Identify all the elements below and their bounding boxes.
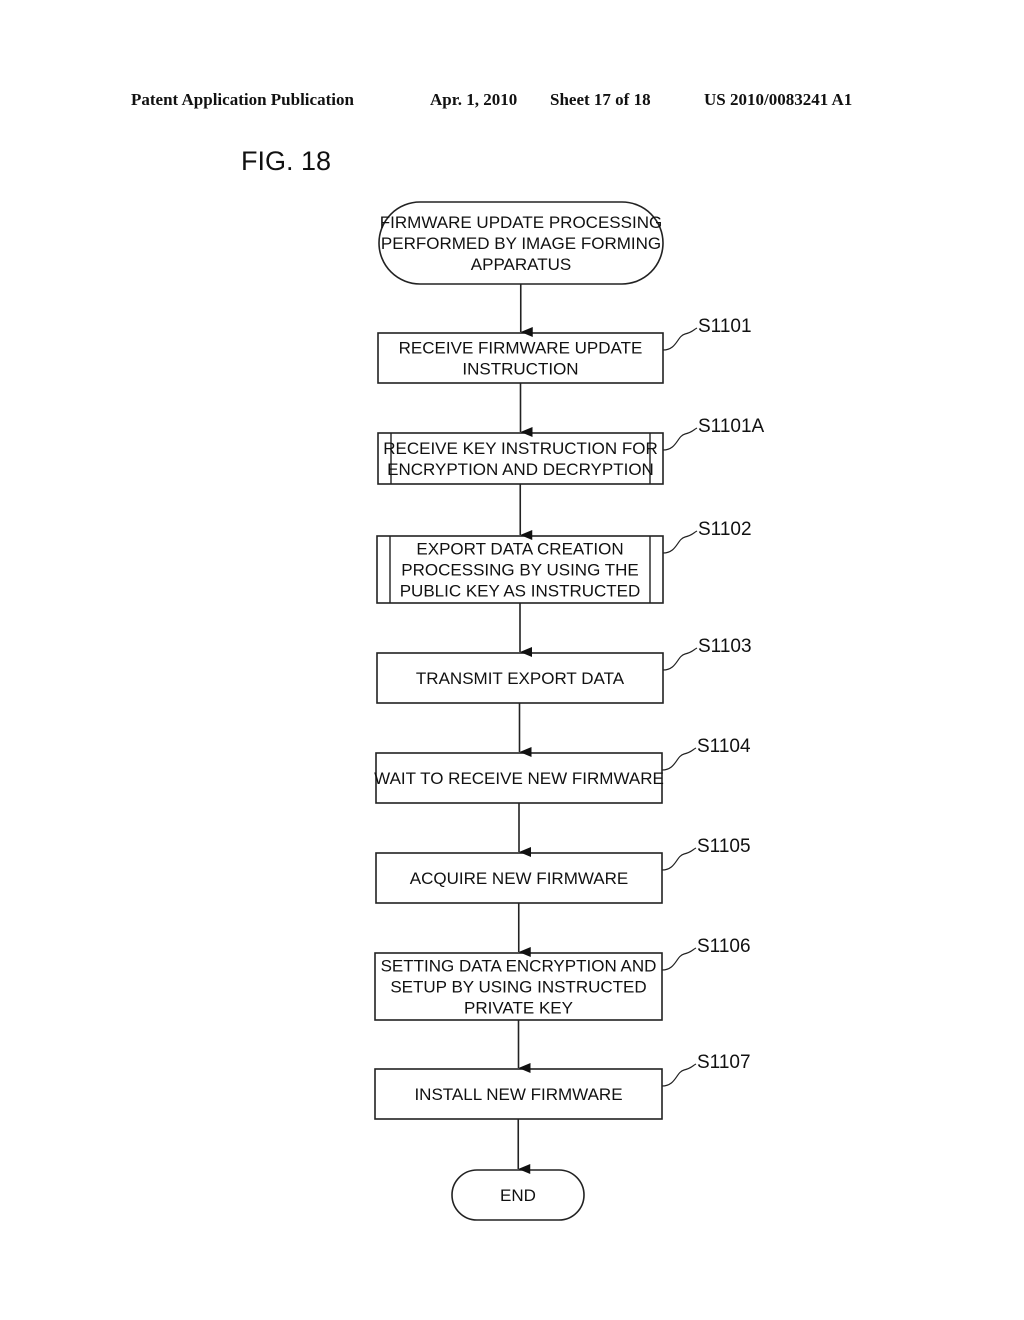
node-text-line: SETTING DATA ENCRYPTION AND xyxy=(381,957,657,976)
leader-line xyxy=(661,747,697,771)
step-label: S1103 xyxy=(698,636,752,657)
step-label: S1105 xyxy=(697,836,751,857)
step-label: S1106 xyxy=(697,936,751,957)
leader-line xyxy=(661,847,697,871)
step-s1106: SETTING DATA ENCRYPTION AND SETUP BY USIN… xyxy=(374,936,751,1021)
node-text-line: RECEIVE KEY INSTRUCTION FOR xyxy=(383,439,658,458)
step-s1101a: RECEIVE KEY INSTRUCTION FOR ENCRYPTION AN… xyxy=(377,416,765,485)
node-text-line: APPARATUS xyxy=(471,255,571,274)
step-s1101: RECEIVE FIRMWARE UPDATE INSTRUCTION S1101 xyxy=(377,316,752,384)
node-text-line: INSTRUCTION xyxy=(462,360,578,379)
step-label: S1104 xyxy=(697,736,751,757)
leader-line xyxy=(662,530,698,554)
node-text-line: EXPORT DATA CREATION xyxy=(416,540,623,559)
step-label: S1107 xyxy=(697,1052,751,1073)
node-text-line: SETUP BY USING INSTRUCTED xyxy=(390,978,646,997)
node-text-line: PUBLIC KEY AS INSTRUCTED xyxy=(400,582,641,601)
step-s1105: ACQUIRE NEW FIRMWARE S1105 xyxy=(375,836,751,904)
step-label: S1101A xyxy=(698,416,765,437)
step-s1102: EXPORT DATA CREATION PROCESSING BY USING … xyxy=(376,519,752,604)
node-text-line: INSTALL NEW FIRMWARE xyxy=(414,1085,622,1104)
step-s1103: TRANSMIT EXPORT DATA S1103 xyxy=(376,636,752,704)
node-text-line: PRIVATE KEY xyxy=(464,999,573,1018)
end-terminal: END xyxy=(451,1169,585,1221)
node-text-line: TRANSMIT EXPORT DATA xyxy=(416,669,625,688)
leader-line xyxy=(662,327,698,351)
leader-line xyxy=(662,647,698,671)
leader-line xyxy=(662,427,698,451)
node-text-line: PROCESSING BY USING THE xyxy=(401,561,638,580)
step-s1107: INSTALL NEW FIRMWARE S1107 xyxy=(374,1052,751,1120)
node-text-line: RECEIVE FIRMWARE UPDATE xyxy=(399,339,643,358)
step-label: S1101 xyxy=(698,316,752,337)
start-terminal: FIRMWARE UPDATE PROCESSING PERFORMED BY I… xyxy=(378,201,664,285)
node-text-line: ENCRYPTION AND DECRYPTION xyxy=(387,460,654,479)
leader-line xyxy=(661,947,697,971)
node-text-line: WAIT TO RECEIVE NEW FIRMWARE xyxy=(374,769,664,788)
step-label: S1102 xyxy=(698,519,752,540)
node-text-line: FIRMWARE UPDATE PROCESSING xyxy=(380,213,662,232)
step-s1104: WAIT TO RECEIVE NEW FIRMWARE S1104 xyxy=(374,736,751,804)
node-text-line: END xyxy=(500,1186,536,1205)
node-text-line: PERFORMED BY IMAGE FORMING xyxy=(381,234,661,253)
flowchart: FIRMWARE UPDATE PROCESSING PERFORMED BY I… xyxy=(374,201,765,1221)
node-text-line: ACQUIRE NEW FIRMWARE xyxy=(410,869,628,888)
leader-line xyxy=(661,1063,697,1087)
